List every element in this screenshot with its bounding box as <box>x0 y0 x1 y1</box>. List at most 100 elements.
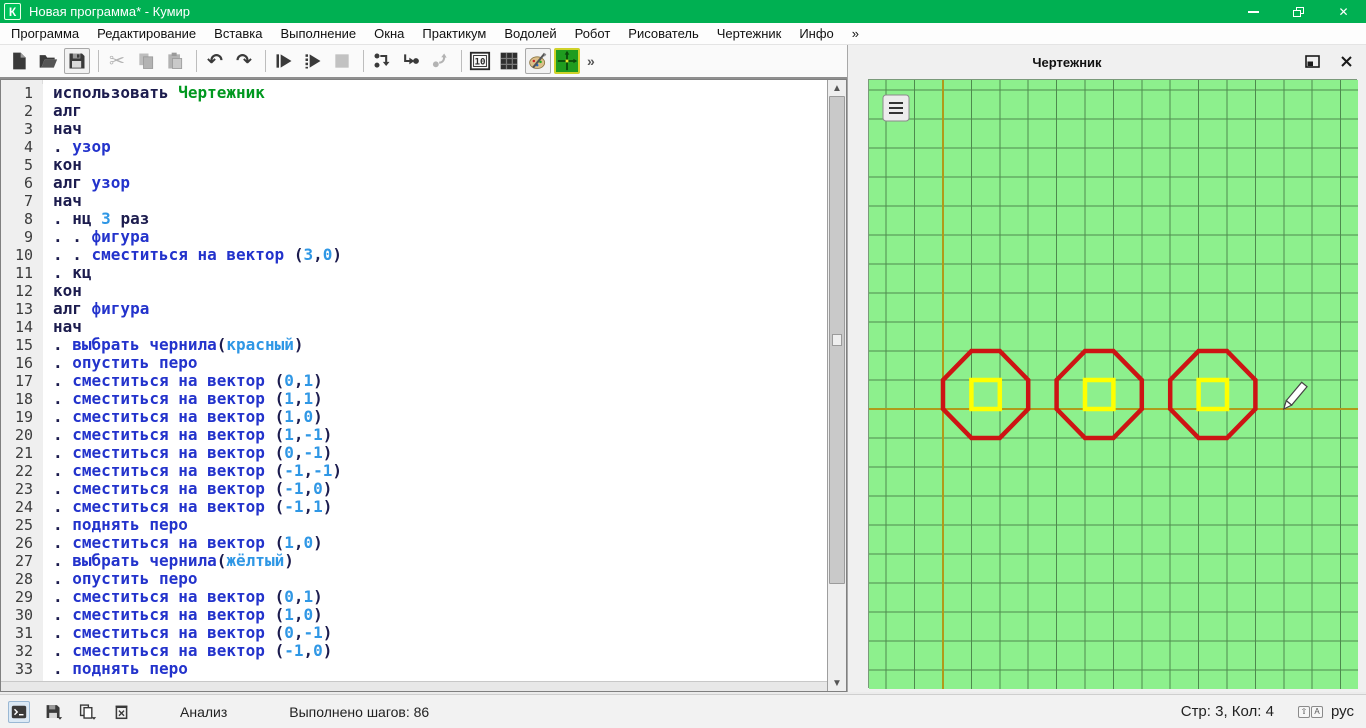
line-number: 19 <box>1 408 43 426</box>
float-panel-button[interactable] <box>1300 49 1324 73</box>
window-title: Новая программа* - Кумир <box>29 4 190 19</box>
minimize-button[interactable] <box>1231 0 1276 23</box>
code-area[interactable]: 1использовать Чертежник2алг3нач4. узор5к… <box>1 80 827 681</box>
line-number: 13 <box>1 300 43 318</box>
scroll-down-icon[interactable]: ▼ <box>828 675 846 691</box>
code-line: 10. . сместиться на вектор (3,0) <box>1 246 827 264</box>
save-file-button[interactable] <box>64 48 90 74</box>
menu-чертежник[interactable]: Чертежник <box>708 24 791 43</box>
step-into-button[interactable] <box>398 48 424 74</box>
code-line: 22. сместиться на вектор (-1,-1) <box>1 462 827 480</box>
menu-выполнение[interactable]: Выполнение <box>271 24 365 43</box>
line-number: 3 <box>1 120 43 138</box>
line-number: 29 <box>1 588 43 606</box>
code-text: . нц 3 раз <box>43 210 149 228</box>
code-text: . опустить перо <box>43 570 198 588</box>
new-file-button[interactable] <box>6 48 32 74</box>
copy-result-button[interactable] <box>76 701 98 723</box>
menu-программа[interactable]: Программа <box>2 24 88 43</box>
undo-button[interactable]: ↶ <box>202 48 228 74</box>
line-number: 26 <box>1 534 43 552</box>
toolbar: ✂ ↶ ↷ 10 <box>0 45 847 79</box>
open-file-icon <box>37 51 59 71</box>
close-panel-button[interactable] <box>1334 49 1358 73</box>
code-text: нач <box>43 318 82 336</box>
show-margin-10-icon: 10 <box>469 50 491 72</box>
step-out-button[interactable] <box>427 48 453 74</box>
redo-icon: ↷ <box>236 52 252 71</box>
menu-робот[interactable]: Робот <box>566 24 620 43</box>
drawer-panel-title: Чертежник <box>848 55 1286 70</box>
keyboard-language: рус <box>1331 703 1354 720</box>
menu-окна[interactable]: Окна <box>365 24 413 43</box>
code-line: 28. опустить перо <box>1 570 827 588</box>
scroll-up-icon[interactable]: ▲ <box>828 80 846 96</box>
steps-counter: Выполнено шагов: 86 <box>289 704 429 720</box>
code-line: 25. поднять перо <box>1 516 827 534</box>
code-line: 15. выбрать чернила(красный) <box>1 336 827 354</box>
window-layout-button[interactable] <box>496 48 522 74</box>
horizontal-scrollbar[interactable] <box>1 681 827 691</box>
paste-button[interactable] <box>162 48 188 74</box>
menu-рисователь[interactable]: Рисователь <box>619 24 707 43</box>
code-line: 12кон <box>1 282 827 300</box>
open-file-button[interactable] <box>35 48 61 74</box>
app-logo-icon: К <box>4 3 21 20</box>
step-out-icon <box>430 51 450 71</box>
code-text: . опустить перо <box>43 354 198 372</box>
run-step-button[interactable] <box>300 48 326 74</box>
menu-водолей[interactable]: Водолей <box>495 24 565 43</box>
code-line: 11. кц <box>1 264 827 282</box>
code-line: 4. узор <box>1 138 827 156</box>
code-text: . . сместиться на вектор (3,0) <box>43 246 342 264</box>
code-text: . сместиться на вектор (1,0) <box>43 534 323 552</box>
code-text: . . фигура <box>43 228 149 246</box>
code-text: . выбрать чернила(жёлтый) <box>43 552 294 570</box>
code-line: 18. сместиться на вектор (1,1) <box>1 390 827 408</box>
painter-window-button[interactable] <box>525 48 551 74</box>
drawer-canvas <box>868 79 1357 688</box>
terminal-button[interactable] <box>8 701 30 723</box>
clear-result-button[interactable] <box>110 701 132 723</box>
save-result-icon <box>44 703 63 721</box>
line-number: 28 <box>1 570 43 588</box>
step-over-button[interactable] <box>369 48 395 74</box>
menu-вставка[interactable]: Вставка <box>205 24 271 43</box>
scrollbar-thumb[interactable] <box>829 96 845 584</box>
code-line: 13алг фигура <box>1 300 827 318</box>
code-text: . поднять перо <box>43 660 188 678</box>
code-line: 26. сместиться на вектор (1,0) <box>1 534 827 552</box>
redo-button[interactable]: ↷ <box>231 48 257 74</box>
line-number: 22 <box>1 462 43 480</box>
code-text: кон <box>43 156 82 174</box>
menu-bar: ПрограммаРедактированиеВставкаВыполнение… <box>0 23 1366 45</box>
code-line: 14нач <box>1 318 827 336</box>
run-button[interactable] <box>271 48 297 74</box>
save-result-button[interactable] <box>42 701 64 723</box>
code-line: 16. опустить перо <box>1 354 827 372</box>
menu-редактирование[interactable]: Редактирование <box>88 24 205 43</box>
code-line: 20. сместиться на вектор (1,-1) <box>1 426 827 444</box>
show-margin-button[interactable]: 10 <box>467 48 493 74</box>
menu-практикум[interactable]: Практикум <box>413 24 495 43</box>
drawer-window-button[interactable] <box>554 48 580 74</box>
stop-button[interactable] <box>329 48 355 74</box>
line-number: 16 <box>1 354 43 372</box>
svg-text:10: 10 <box>474 57 485 68</box>
analysis-label: Анализ <box>180 704 227 720</box>
menu-»[interactable]: » <box>843 24 868 43</box>
code-text: алг фигура <box>43 300 149 318</box>
menu-инфо[interactable]: Инфо <box>790 24 842 43</box>
line-number: 27 <box>1 552 43 570</box>
copy-button[interactable] <box>133 48 159 74</box>
code-line: 33. поднять перо <box>1 660 827 678</box>
restore-button[interactable] <box>1276 0 1321 23</box>
toolbar-overflow-button[interactable]: » <box>587 53 595 69</box>
cut-button[interactable]: ✂ <box>104 48 130 74</box>
code-line: 1использовать Чертежник <box>1 84 827 102</box>
drawer-panel-header: Чертежник <box>848 45 1366 79</box>
code-editor[interactable]: 1использовать Чертежник2алг3нач4. узор5к… <box>0 79 847 692</box>
vertical-scrollbar[interactable]: ▲ ▼ <box>827 80 846 691</box>
code-line: 7нач <box>1 192 827 210</box>
close-button[interactable]: ✕ <box>1321 0 1366 23</box>
